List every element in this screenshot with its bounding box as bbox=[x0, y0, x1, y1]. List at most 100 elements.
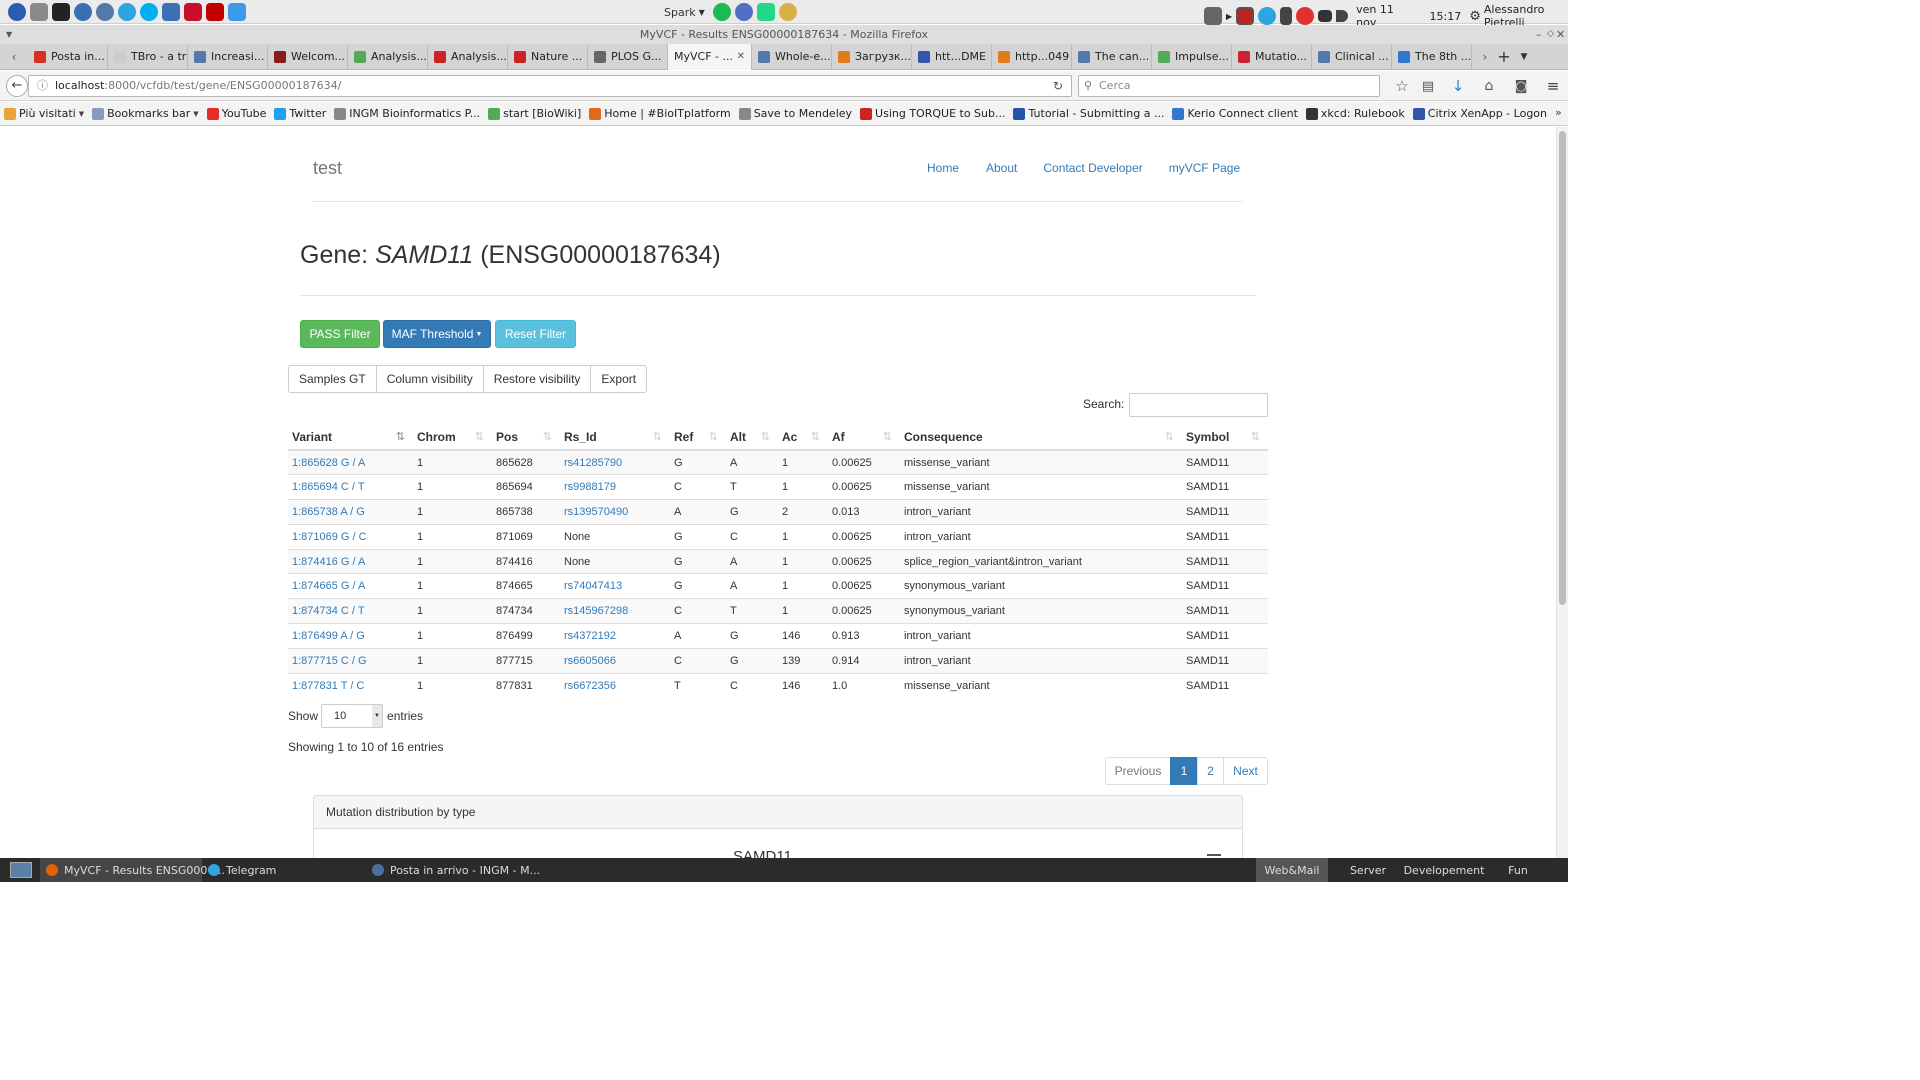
thunderbird-icon[interactable] bbox=[96, 3, 114, 21]
column-header-symbol[interactable]: Symbol ⇅ bbox=[1182, 424, 1268, 451]
variant-link[interactable]: 1:876499 A / G bbox=[288, 623, 413, 649]
telegram-icon[interactable] bbox=[118, 3, 136, 21]
page-1-button[interactable]: 1 bbox=[1170, 757, 1198, 785]
workspace-web-mail[interactable]: Web&Mail bbox=[1256, 858, 1328, 882]
skype-icon[interactable] bbox=[140, 3, 158, 21]
printer-icon[interactable] bbox=[1204, 7, 1222, 25]
chart-menu-icon[interactable] bbox=[1207, 854, 1221, 856]
tab-3[interactable]: Welcom... bbox=[268, 43, 348, 70]
bookmark-1[interactable]: Bookmarks bar ▼ bbox=[92, 107, 199, 120]
rsid-link[interactable]: rs74047413 bbox=[560, 573, 670, 599]
nav-myvcf-link[interactable]: myVCF Page bbox=[1169, 161, 1240, 175]
rsid-link[interactable]: rs6672356 bbox=[560, 672, 670, 698]
column-header-alt[interactable]: Alt ⇅ bbox=[726, 424, 778, 451]
pass-filter-button[interactable]: PASS Filter bbox=[300, 320, 380, 348]
page-2-button[interactable]: 2 bbox=[1197, 757, 1224, 785]
bookmark-9[interactable]: Tutorial - Submitting a ... bbox=[1013, 107, 1164, 120]
workspace-developement[interactable]: Developement bbox=[1402, 858, 1486, 882]
clock-time[interactable]: 15:17 bbox=[1430, 10, 1462, 23]
record-icon[interactable] bbox=[1236, 7, 1255, 25]
mail-tray-icon[interactable] bbox=[1318, 10, 1333, 22]
rsid-link[interactable]: rs41285790 bbox=[560, 449, 670, 475]
pocket-icon[interactable]: ◙ bbox=[1504, 79, 1538, 94]
new-tab-icon[interactable]: + bbox=[1494, 47, 1514, 66]
show-desktop-icon[interactable] bbox=[10, 862, 32, 878]
close-icon[interactable]: ✕ bbox=[1556, 25, 1565, 44]
variant-link[interactable]: 1:865628 G / A bbox=[288, 449, 413, 475]
column-header-af[interactable]: Af ⇅ bbox=[828, 424, 900, 451]
nav-contact-link[interactable]: Contact Developer bbox=[1043, 161, 1142, 175]
home-icon[interactable]: ⌂ bbox=[1474, 78, 1504, 94]
tab-16[interactable]: Clinical ... bbox=[1312, 43, 1392, 70]
bookmark-11[interactable]: xkcd: Rulebook bbox=[1305, 107, 1405, 120]
tab-5[interactable]: Analysis... bbox=[428, 43, 508, 70]
nav-home-link[interactable]: Home bbox=[927, 161, 959, 175]
column-header-pos[interactable]: Pos ⇅ bbox=[492, 424, 560, 451]
back-button[interactable]: ← bbox=[6, 75, 28, 97]
telegram-tray-icon[interactable] bbox=[1258, 7, 1277, 25]
bookmarks-overflow-icon[interactable]: » bbox=[1555, 106, 1562, 119]
column-header-rs-id[interactable]: Rs_Id ⇅ bbox=[560, 424, 670, 451]
column-header-consequence[interactable]: Consequence ⇅ bbox=[900, 424, 1182, 451]
variant-link[interactable]: 1:874416 G / A bbox=[288, 548, 413, 574]
tab-1[interactable]: TBro - a tra... bbox=[108, 43, 188, 70]
remmina-icon[interactable] bbox=[734, 3, 753, 21]
bookmark-3[interactable]: Twitter bbox=[274, 107, 326, 120]
tab-2[interactable]: Increasi... bbox=[188, 43, 268, 70]
filezilla-icon[interactable] bbox=[206, 3, 224, 21]
tab-13[interactable]: The can... bbox=[1072, 43, 1152, 70]
tab-17[interactable]: The 8th ... bbox=[1392, 43, 1472, 70]
volume-icon[interactable] bbox=[1336, 10, 1349, 22]
app-menu[interactable]: Spark ▼ bbox=[664, 3, 797, 21]
rsid-link[interactable]: rs9988179 bbox=[560, 474, 670, 500]
variant-link[interactable]: 1:865694 C / T bbox=[288, 474, 413, 500]
column-header-variant[interactable]: Variant ⇅ bbox=[288, 424, 413, 451]
tab-4[interactable]: Analysis... bbox=[348, 43, 428, 70]
gear-icon[interactable]: ⚙ bbox=[1469, 9, 1481, 24]
export-button[interactable]: Export bbox=[590, 365, 648, 393]
search-bar[interactable]: ⚲ Cerca bbox=[1078, 75, 1380, 97]
maximize-icon[interactable]: ◇ bbox=[1547, 25, 1554, 44]
url-bar[interactable]: ⓘ localhost:8000/vcfdb/test/gene/ENSG000… bbox=[28, 75, 1072, 97]
column-header-chrom[interactable]: Chrom ⇅ bbox=[413, 424, 492, 451]
variant-link[interactable]: 1:877831 T / C bbox=[288, 672, 413, 698]
nav-about-link[interactable]: About bbox=[986, 161, 1017, 175]
window-menu-icon[interactable]: ▼ bbox=[6, 25, 12, 44]
rsid-link[interactable]: rs4372192 bbox=[560, 623, 670, 649]
tab-10[interactable]: Загрузк... bbox=[832, 43, 912, 70]
rsid-link[interactable]: rs139570490 bbox=[560, 499, 670, 525]
bookmark-12[interactable]: Citrix XenApp - Logon bbox=[1412, 107, 1547, 120]
variant-link[interactable]: 1:877715 C / G bbox=[288, 647, 413, 674]
mendeley-icon[interactable] bbox=[184, 3, 202, 21]
table-search-input[interactable] bbox=[1129, 393, 1268, 417]
notification-icon[interactable] bbox=[1296, 7, 1315, 25]
folder-icon[interactable] bbox=[30, 3, 48, 21]
scrollbar-thumb[interactable] bbox=[1559, 131, 1566, 605]
next-page-button[interactable]: Next bbox=[1223, 757, 1268, 785]
pycharm-icon[interactable] bbox=[756, 3, 775, 21]
tab-14[interactable]: Impulse... bbox=[1152, 43, 1232, 70]
bookmark-6[interactable]: Home | #BioITplatform bbox=[589, 107, 731, 120]
reset-filter-button[interactable]: Reset Filter bbox=[495, 320, 576, 348]
spotify-icon[interactable] bbox=[712, 3, 731, 21]
tab-8[interactable]: MyVCF - ... ✕ bbox=[668, 43, 752, 70]
tab-7[interactable]: PLOS G... bbox=[588, 43, 668, 70]
variant-link[interactable]: 1:871069 G / C bbox=[288, 523, 413, 550]
firefox-icon[interactable] bbox=[74, 3, 92, 21]
tab-6[interactable]: Nature ... bbox=[508, 43, 588, 70]
workspace-server[interactable]: Server bbox=[1340, 858, 1396, 882]
column-visibility-button[interactable]: Column visibility bbox=[375, 365, 484, 393]
bookmark-8[interactable]: Using TORQUE to Sub... bbox=[860, 107, 1005, 120]
restore-visibility-button[interactable]: Restore visibility bbox=[482, 365, 592, 393]
download-icon[interactable]: ↓ bbox=[1442, 77, 1474, 95]
variant-link[interactable]: 1:874734 C / T bbox=[288, 598, 413, 624]
tab-scroll-left-icon[interactable]: ‹ bbox=[0, 50, 28, 64]
variant-link[interactable]: 1:865738 A / G bbox=[288, 499, 413, 525]
tab-scroll-right-icon[interactable]: › bbox=[1476, 50, 1494, 64]
tab-0[interactable]: Posta in... bbox=[28, 43, 108, 70]
all-tabs-icon[interactable]: ▼ bbox=[1514, 52, 1534, 62]
minimize-icon[interactable]: – bbox=[1536, 25, 1542, 44]
close-tab-icon[interactable]: ✕ bbox=[737, 51, 745, 62]
pidgin-icon[interactable] bbox=[778, 3, 797, 21]
tab-15[interactable]: Mutatio... bbox=[1232, 43, 1312, 70]
